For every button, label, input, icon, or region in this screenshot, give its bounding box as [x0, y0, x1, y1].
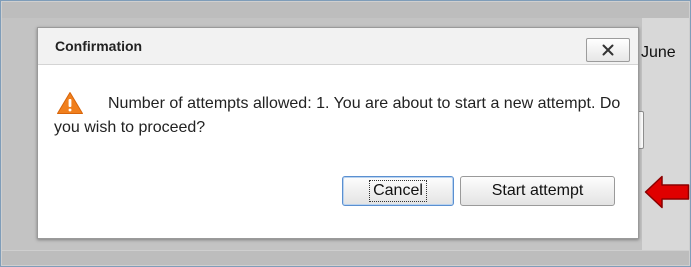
- background-top-strip: [2, 2, 689, 18]
- dialog-title: Confirmation: [55, 38, 143, 54]
- close-icon: [602, 44, 614, 56]
- start-attempt-button-label: Start attempt: [491, 182, 584, 199]
- dialog-body: Number of attempts allowed: 1. You are a…: [38, 65, 638, 238]
- red-arrow-icon: [644, 175, 690, 209]
- background-date-text: June: [641, 44, 676, 61]
- start-attempt-button[interactable]: Start attempt: [460, 176, 615, 206]
- cancel-button[interactable]: Cancel: [342, 176, 454, 206]
- dialog-header: Confirmation: [38, 28, 638, 65]
- background-bottom-strip: [2, 251, 689, 265]
- confirmation-dialog: Confirmation Number of attempts allowed:…: [37, 27, 639, 239]
- close-button[interactable]: [586, 38, 630, 62]
- dialog-message: Number of attempts allowed: 1. You are a…: [54, 95, 621, 136]
- cancel-button-label: Cancel: [369, 180, 427, 202]
